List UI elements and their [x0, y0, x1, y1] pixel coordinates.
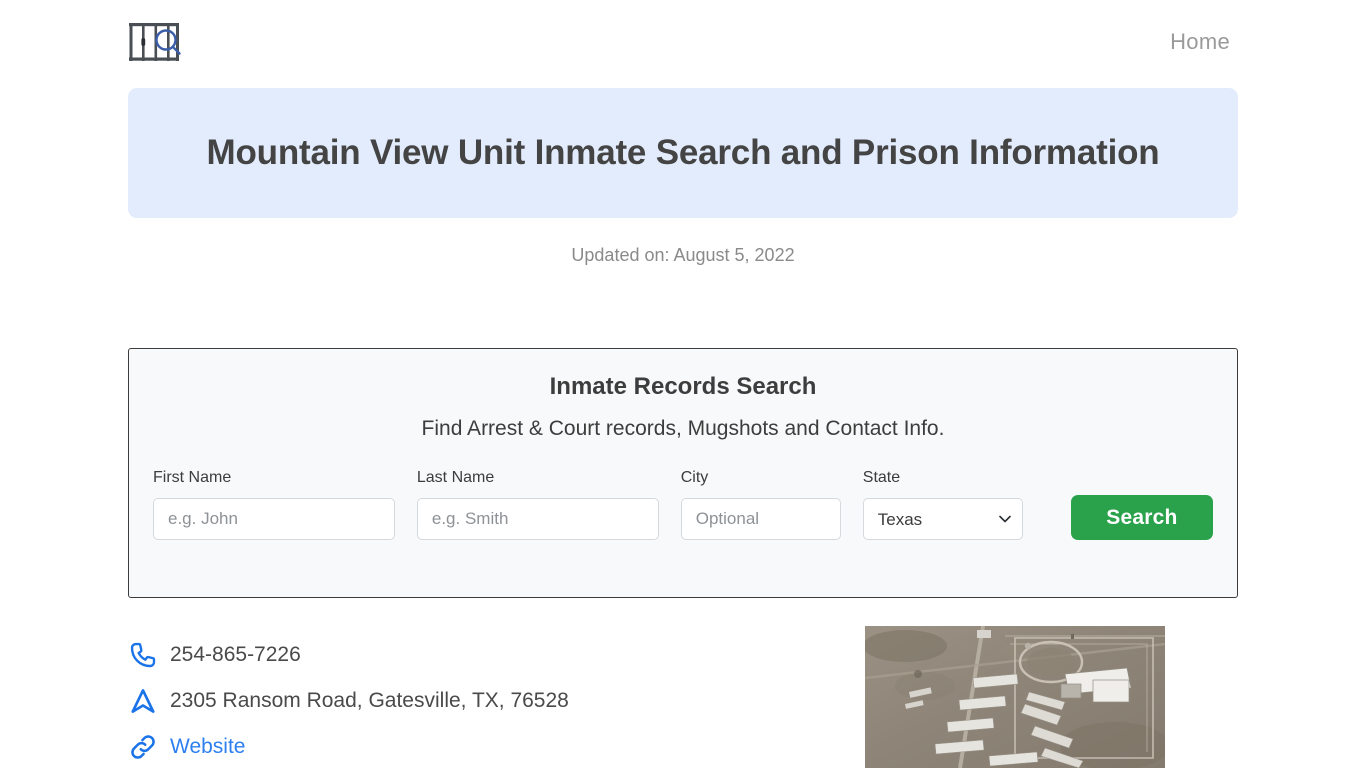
- address-row: 2305 Ransom Road, Gatesville, TX, 76528: [128, 678, 828, 724]
- city-input[interactable]: [680, 498, 841, 540]
- page-title: Mountain View Unit Inmate Search and Pri…: [206, 133, 1160, 172]
- inmate-records-search-card: Inmate Records Search Find Arrest & Cour…: [128, 348, 1238, 598]
- first-name-field-group: First Name: [153, 469, 395, 540]
- aerial-satellite-image: [865, 626, 1165, 768]
- site-header: Home: [0, 0, 1366, 84]
- navigation-arrow-icon: [131, 689, 155, 713]
- facility-address: 2305 Ransom Road, Gatesville, TX, 76528: [170, 689, 569, 712]
- city-label: City: [680, 469, 709, 486]
- facility-contact-info: 254-865-7226 2305 Ransom Road, Gatesvill…: [128, 632, 828, 768]
- link-icon: [131, 735, 155, 759]
- last-name-field-group: Last Name: [416, 469, 659, 540]
- site-logo-link[interactable]: [128, 21, 188, 63]
- nav-item-home[interactable]: Home: [1170, 29, 1230, 55]
- website-link[interactable]: Website: [170, 735, 245, 759]
- first-name-input[interactable]: [153, 498, 395, 540]
- page-root: Home Mountain View Unit Inmate Search an…: [0, 0, 1366, 768]
- phone-row: 254-865-7226: [128, 632, 828, 678]
- phone-icon: [130, 642, 156, 668]
- state-field-group: State Texas: [862, 469, 1023, 540]
- page-title-banner: Mountain View Unit Inmate Search and Pri…: [128, 88, 1238, 218]
- prison-bars-search-logo-icon: [129, 23, 181, 61]
- search-card-subtitle: Find Arrest & Court records, Mugshots an…: [421, 417, 945, 440]
- city-field-group: City: [680, 469, 841, 540]
- last-name-input[interactable]: [416, 498, 659, 540]
- phone-number: 254-865-7226: [170, 643, 301, 666]
- website-row: Website: [128, 724, 828, 768]
- main-nav: Home: [1170, 29, 1230, 55]
- search-form: First Name Last Name City State Texas: [129, 441, 1237, 540]
- facility-aerial-photo: [865, 626, 1165, 768]
- state-select[interactable]: Texas: [862, 498, 1023, 540]
- first-name-label: First Name: [153, 469, 232, 486]
- state-select-wrapper: Texas: [862, 498, 1023, 540]
- search-button[interactable]: Search: [1070, 495, 1214, 540]
- last-name-label: Last Name: [416, 469, 495, 486]
- search-card-title: Inmate Records Search: [549, 373, 817, 400]
- last-updated-text: Updated on: August 5, 2022: [571, 245, 795, 265]
- state-label: State: [862, 469, 901, 486]
